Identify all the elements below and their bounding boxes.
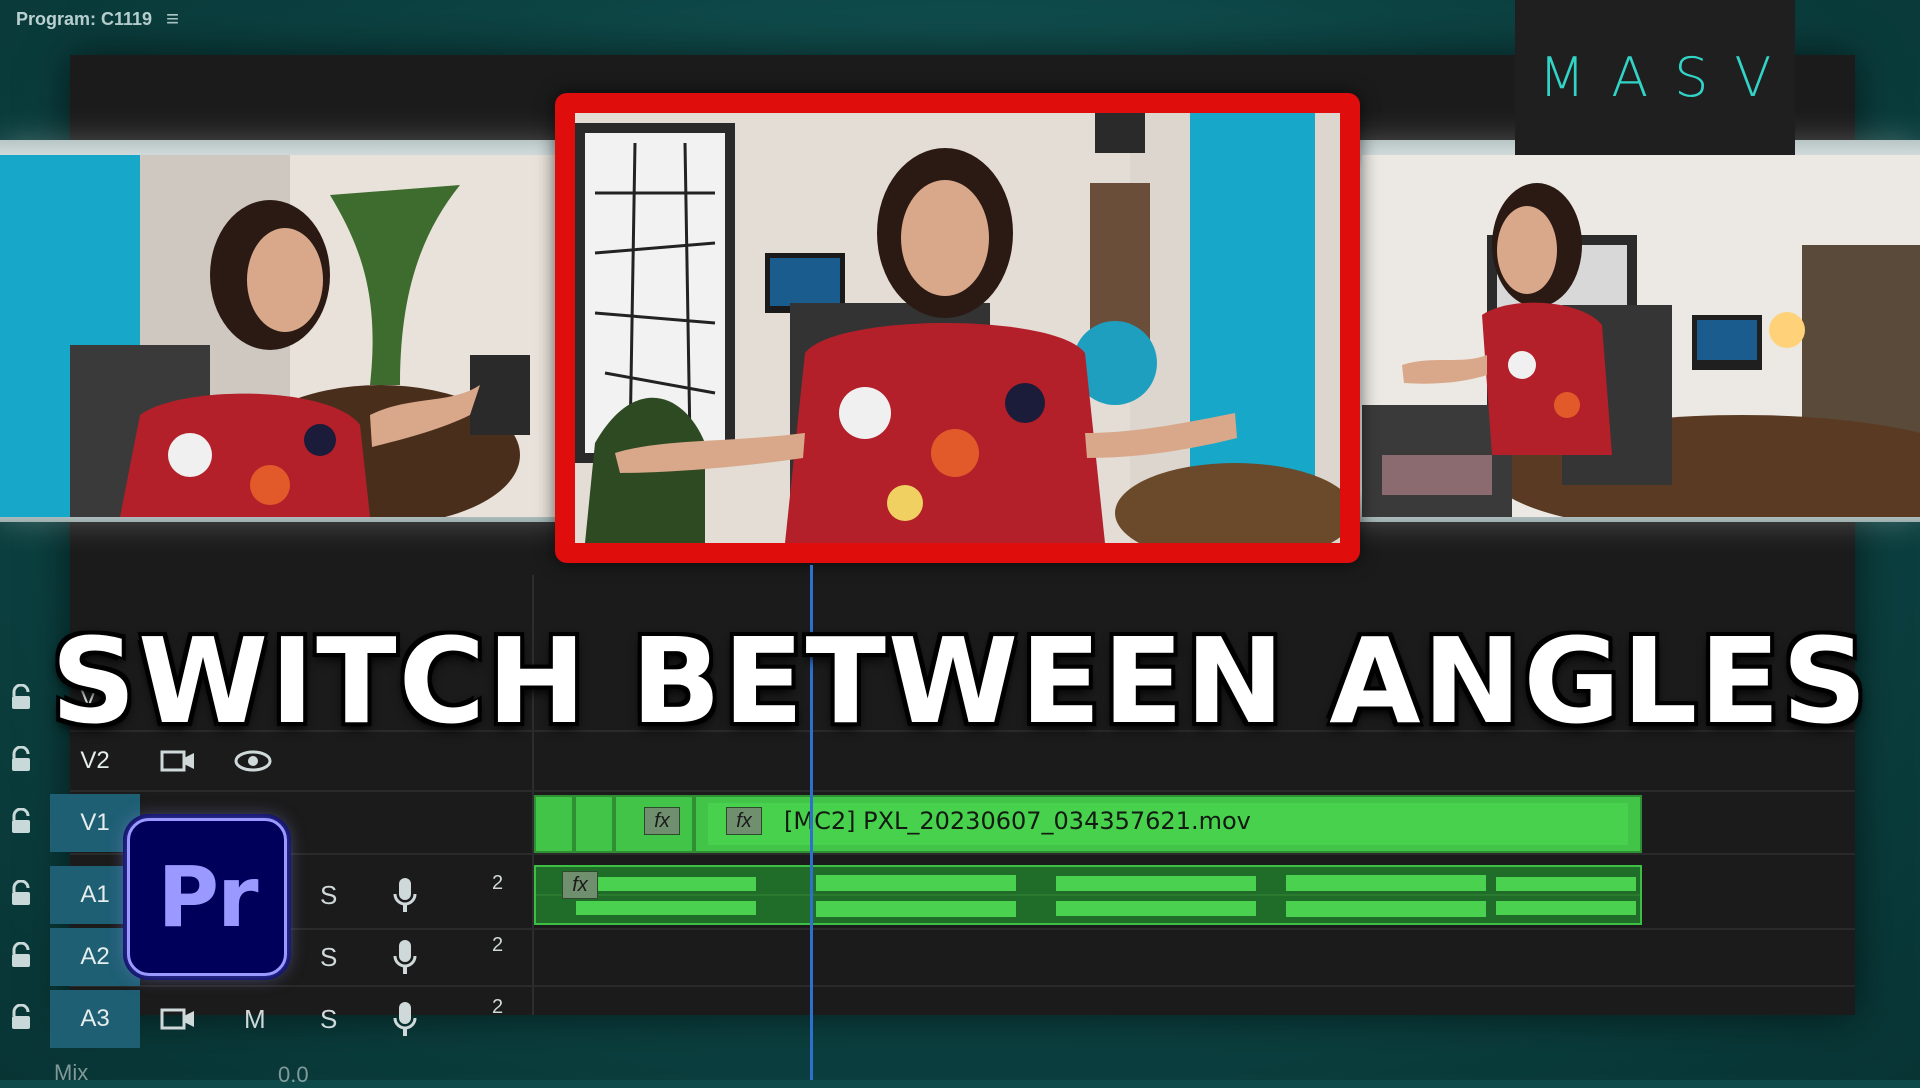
lock-icon[interactable] bbox=[10, 808, 32, 834]
lock-icon[interactable] bbox=[10, 1004, 32, 1030]
masv-logo-text: MASV bbox=[1538, 46, 1798, 109]
multicam-clip[interactable]: fx [MC2] PXL_20230607_034357621.mov bbox=[694, 795, 1642, 853]
lock-icon[interactable] bbox=[10, 942, 32, 968]
solo-toggle[interactable]: S bbox=[320, 942, 337, 973]
hamburger-icon[interactable]: ≡ bbox=[166, 6, 179, 32]
camera-angle-left[interactable] bbox=[0, 155, 555, 517]
mix-label: Mix bbox=[54, 1060, 89, 1085]
microphone-icon[interactable] bbox=[392, 1000, 418, 1038]
track-a3[interactable]: A3 M S 2 bbox=[0, 990, 1920, 1048]
camera-angle-center-selected[interactable] bbox=[555, 93, 1360, 563]
film-icon[interactable] bbox=[160, 748, 196, 774]
film-icon[interactable] bbox=[160, 1006, 196, 1032]
channel-count: 2 bbox=[492, 872, 504, 894]
channel-count: 2 bbox=[492, 934, 504, 956]
track-name: A3 bbox=[50, 990, 140, 1048]
solo-toggle[interactable]: S bbox=[320, 880, 337, 911]
mix-value: 0.0 bbox=[278, 1062, 309, 1087]
fx-badge[interactable]: fx bbox=[726, 807, 762, 835]
solo-toggle[interactable]: S bbox=[320, 1004, 337, 1035]
clip-segment[interactable] bbox=[574, 795, 614, 853]
track-separator bbox=[70, 790, 1855, 792]
clip-label: [MC2] PXL_20230607_034357621.mov bbox=[784, 807, 1251, 835]
eye-icon[interactable] bbox=[234, 750, 272, 772]
track-a2[interactable]: A2 S 2 bbox=[0, 928, 1920, 986]
premiere-pro-logo-text: Pr bbox=[157, 848, 259, 946]
program-label: Program: C1119 bbox=[16, 8, 153, 29]
audio-clip-track-a1[interactable]: fx bbox=[534, 865, 1642, 925]
headline-text: SWITCH BETWEEN ANGLES bbox=[51, 612, 1869, 750]
camera-angle-right[interactable] bbox=[1362, 155, 1920, 517]
premiere-pro-logo: Pr bbox=[127, 818, 287, 976]
track-separator bbox=[70, 853, 1855, 855]
channel-count: 2 bbox=[492, 996, 504, 1018]
microphone-icon[interactable] bbox=[392, 938, 418, 976]
clip-segment[interactable] bbox=[534, 795, 574, 853]
microphone-icon[interactable] bbox=[392, 876, 418, 914]
lock-icon[interactable] bbox=[10, 880, 32, 906]
masv-logo: MASV bbox=[1515, 0, 1795, 155]
clip-segment[interactable]: fx bbox=[614, 795, 694, 853]
fx-badge[interactable]: fx bbox=[644, 807, 680, 835]
mute-toggle[interactable]: M bbox=[244, 1004, 266, 1035]
video-clip-track-v1[interactable]: fx fx [MC2] PXL_20230607_034357621.mov bbox=[534, 795, 1642, 853]
audio-waveform bbox=[536, 875, 1640, 917]
fx-badge[interactable]: fx bbox=[562, 871, 598, 899]
